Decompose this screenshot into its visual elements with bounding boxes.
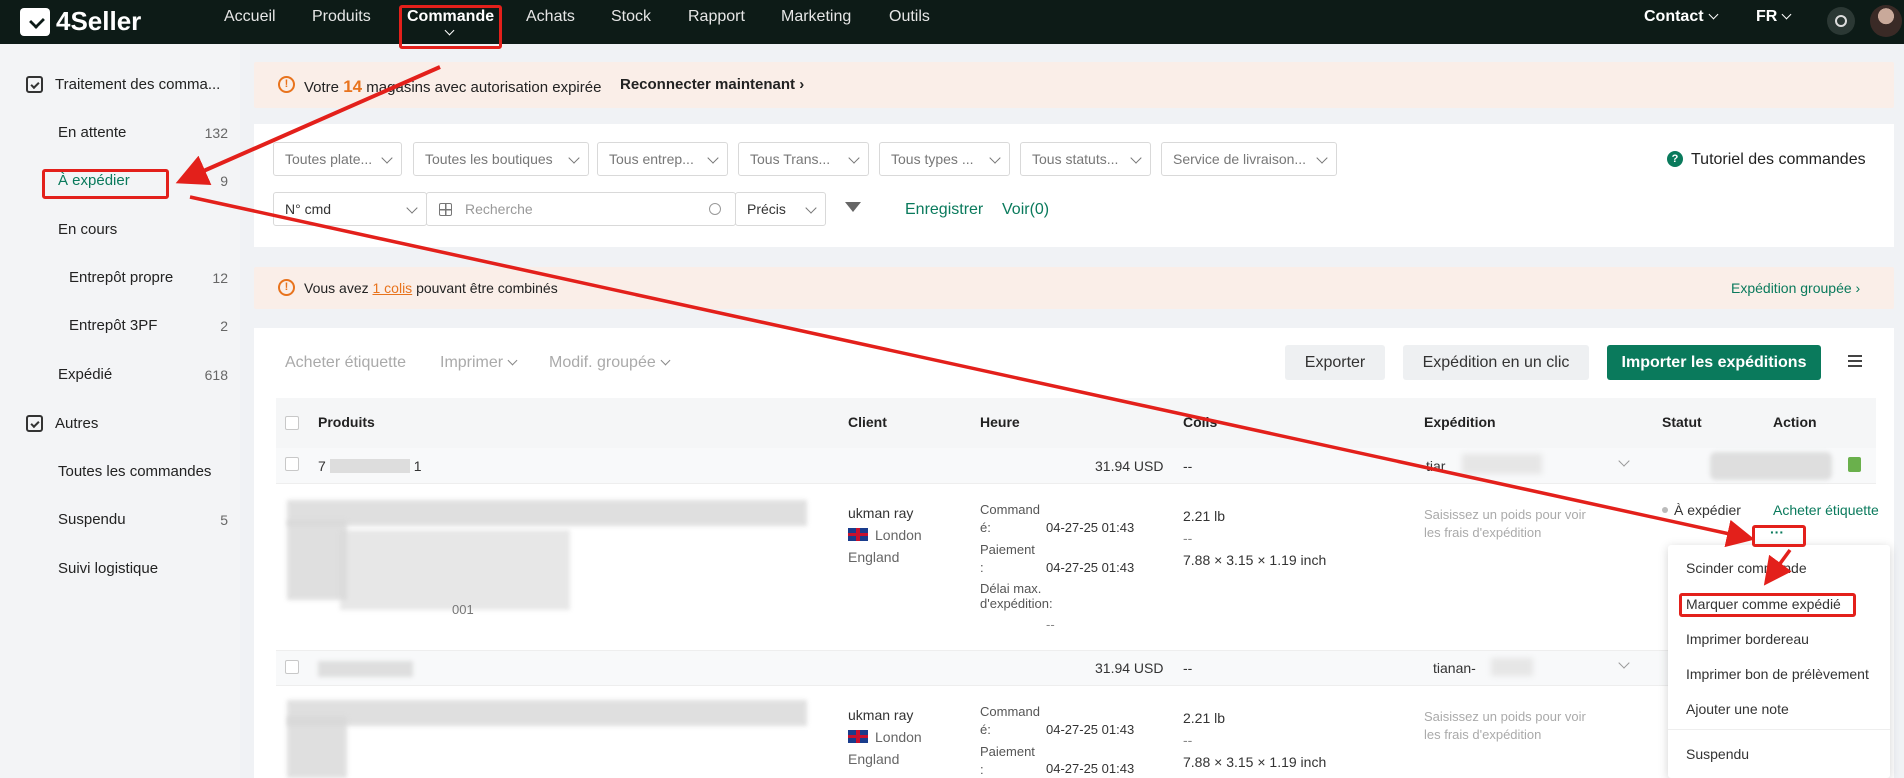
annotation-arrow <box>175 65 441 185</box>
annotation-arrow <box>1763 548 1792 586</box>
annotation-arrow <box>189 195 1755 548</box>
annotation-arrows <box>175 65 1792 586</box>
